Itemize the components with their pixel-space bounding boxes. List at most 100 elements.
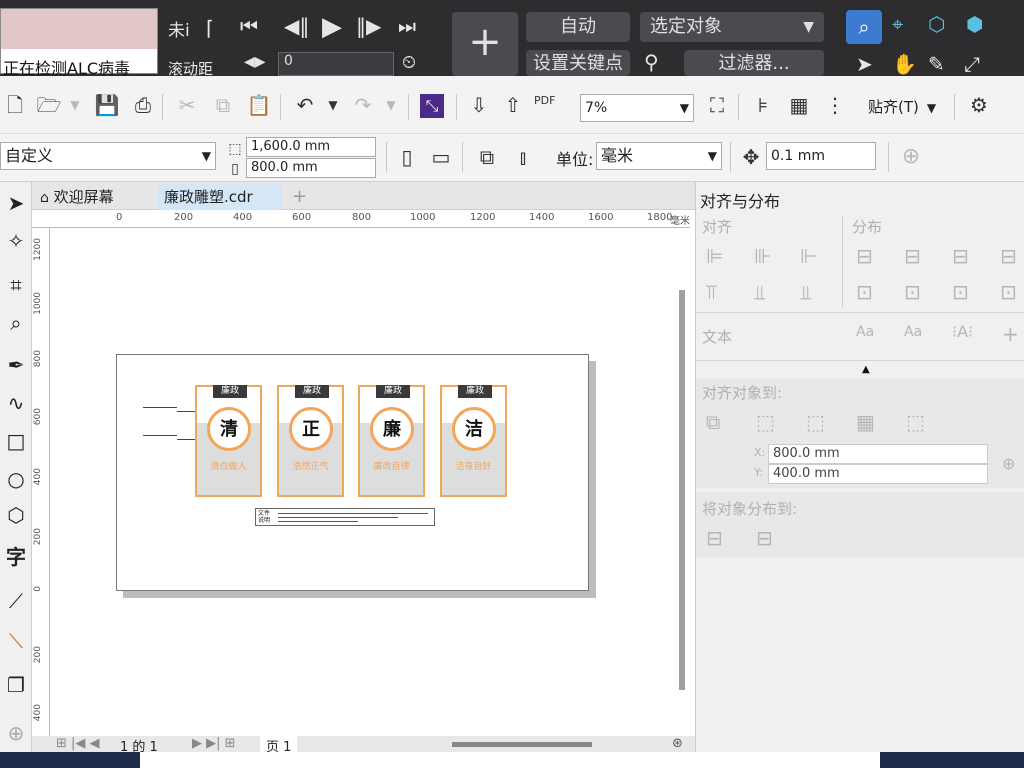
corel-connect-icon[interactable]: ⤡ <box>420 94 444 118</box>
dimension-tool-icon[interactable]: ⟋ <box>2 586 30 616</box>
show-guidelines-icon[interactable]: ⋮ <box>822 92 848 118</box>
distribute-right-icon[interactable]: ⊟ <box>952 244 969 268</box>
design-panel[interactable]: 廉政洁洁身自好 <box>440 385 507 497</box>
page-edge-icon[interactable]: ⬚ <box>756 410 775 434</box>
gear-icon[interactable]: ⚙ <box>966 92 992 118</box>
pdf-icon[interactable]: PDF <box>534 94 555 107</box>
paste-icon[interactable]: 📋 <box>246 92 272 118</box>
next-frame-icon[interactable]: ‖▶ <box>356 14 381 38</box>
arrow-icon[interactable]: ➤ <box>856 52 873 76</box>
tab-document[interactable]: 廉政雕塑.cdr <box>158 184 282 210</box>
cube-icon[interactable]: ⬡ <box>928 12 945 36</box>
page-size-dropdown[interactable]: 自定义 ▼ <box>0 142 216 170</box>
landscape-icon[interactable]: ▭ <box>428 144 454 170</box>
select-target-dropdown[interactable]: 选定对象 ▼ <box>640 12 824 42</box>
zoom-tool-icon[interactable]: ⌕ <box>2 308 30 338</box>
text-bbox-icon[interactable]: ⁝A⁝ <box>952 322 973 341</box>
open-folder-icon[interactable]: 🗁 <box>36 92 62 118</box>
new-document-icon[interactable]: 🗋 <box>2 92 28 118</box>
align-bottom-icon[interactable]: ⫫ <box>800 280 811 304</box>
hand-icon[interactable]: ✋ <box>892 52 917 76</box>
page-height-field[interactable]: 800.0 mm <box>246 158 376 178</box>
print-icon[interactable]: ⎙ <box>130 92 156 118</box>
search-icon[interactable]: ⌕ <box>846 10 882 44</box>
ellipse-tool-icon[interactable]: ○ <box>2 464 30 494</box>
units-dropdown[interactable]: 毫米 ▼ <box>596 142 722 170</box>
y-position-field[interactable]: 400.0 mm <box>768 464 988 484</box>
timer-icon[interactable]: ⏲ <box>402 52 416 73</box>
portrait-icon[interactable]: ▯ <box>394 144 420 170</box>
full-screen-icon[interactable]: ⛶ <box>704 92 730 118</box>
add-icon[interactable]: ⊕ <box>898 144 924 170</box>
add-tool-icon[interactable]: ⊕ <box>2 718 30 748</box>
design-panel[interactable]: 廉政正浩然正气 <box>277 385 344 497</box>
horizontal-scrollbar[interactable] <box>452 742 592 747</box>
prev-frame-icon[interactable]: ◀‖ <box>284 14 309 38</box>
key-icon[interactable]: ⚲ <box>644 50 659 74</box>
grid-icon[interactable]: ▦ <box>856 410 875 434</box>
align-center-v-icon[interactable]: ⫫ <box>754 280 765 304</box>
open-dropdown-icon[interactable]: ▼ <box>62 92 88 118</box>
scroll-spin-field[interactable]: 0 <box>278 52 394 76</box>
design-panel[interactable]: 廉政廉廉政自律 <box>358 385 425 497</box>
distribute-spacing-icon[interactable]: ⊟ <box>1000 244 1017 268</box>
add-tab-icon[interactable]: + <box>286 184 307 210</box>
pick-tool-icon[interactable]: ➤ <box>2 188 30 218</box>
tab-welcome[interactable]: ⌂ 欢迎屏幕 <box>34 184 156 210</box>
set-keypoint-button[interactable]: 设置关键点 <box>526 50 630 76</box>
connector-tool-icon[interactable]: ⟍ <box>2 626 30 656</box>
export-icon[interactable]: ⇧ <box>500 92 526 118</box>
undo-icon[interactable]: ↶ <box>292 92 318 118</box>
nudge-distance-field[interactable]: 0.1 mm <box>766 142 876 170</box>
distribute-bottom-icon[interactable]: ⊡ <box>952 280 969 304</box>
auto-button[interactable]: 自动 <box>526 12 630 42</box>
shape-tool-icon[interactable]: ✧ <box>2 226 30 256</box>
distribute-top-icon[interactable]: ⊡ <box>856 280 873 304</box>
text-line-baseline-icon[interactable]: Aa <box>904 324 922 340</box>
brush-icon[interactable]: ✎ <box>928 52 945 76</box>
pen-tool-icon[interactable]: ✒ <box>2 350 30 380</box>
distribute-selection-icon[interactable]: ⊟ <box>706 526 723 550</box>
expand-icon[interactable]: ⤢ <box>964 52 980 76</box>
page-width-field[interactable]: 1,600.0 mm <box>246 137 376 157</box>
artistic-media-icon[interactable]: ∿ <box>2 388 30 418</box>
vertical-scrollbar[interactable] <box>679 290 685 690</box>
last-frame-icon[interactable]: ⏭ <box>398 14 416 38</box>
import-icon[interactable]: ⇩ <box>466 92 492 118</box>
design-panel[interactable]: 廉政清清白做人 <box>195 385 262 497</box>
x-position-field[interactable]: 800.0 mm <box>768 444 988 464</box>
drawing-page[interactable]: 廉政清清白做人 廉政正浩然正气 廉政廉廉政自律 廉政洁洁身自好 文件说明 <box>116 354 589 591</box>
crop-tool-icon[interactable]: ⌗ <box>2 270 30 300</box>
vertical-ruler[interactable]: 1200 1000 800 600 400 200 0 200 400 <box>32 228 50 738</box>
undo-dropdown-icon[interactable]: ▼ <box>320 92 346 118</box>
align-right-icon[interactable]: ⊩ <box>800 244 817 268</box>
specified-point-icon[interactable]: ⬚ <box>906 410 925 434</box>
text-tool-icon[interactable]: 字 <box>2 542 30 572</box>
active-object-icon[interactable]: ⧉ <box>706 410 720 434</box>
spin-arrows-icon[interactable]: ◀▶ <box>244 54 266 70</box>
target-icon[interactable]: ⊕ <box>1002 454 1015 473</box>
drop-shadow-icon[interactable]: ❐ <box>2 670 30 700</box>
distribute-center-icon[interactable]: ⊟ <box>904 244 921 268</box>
collapse-arrow-icon[interactable]: ▲ <box>862 364 870 375</box>
zoom-level-field[interactable]: 7% ▼ <box>580 94 694 122</box>
first-page-icon[interactable]: ⊞ |◀ ◀ <box>56 736 100 751</box>
filter-button[interactable]: 过滤器... <box>684 50 824 76</box>
polygon-tool-icon[interactable]: ⬡ <box>2 500 30 530</box>
horizontal-ruler[interactable]: 0 200 400 600 800 1000 1200 1400 1600 1800 毫米 <box>32 210 690 228</box>
cut-icon[interactable]: ✂ <box>174 92 200 118</box>
align-center-h-icon[interactable]: ⊪ <box>754 244 771 268</box>
distribute-middle-icon[interactable]: ⊡ <box>904 280 921 304</box>
redo-dropdown-icon[interactable]: ▼ <box>378 92 404 118</box>
node-icon[interactable]: ⌖ <box>892 12 903 36</box>
redo-icon[interactable]: ↷ <box>350 92 376 118</box>
distribute-left-icon[interactable]: ⊟ <box>856 244 873 268</box>
distribute-page-icon[interactable]: ⊟ <box>756 526 773 550</box>
distribute-vspacing-icon[interactable]: ⊡ <box>1000 280 1017 304</box>
copy-icon[interactable]: ⧉ <box>210 92 236 118</box>
save-icon[interactable]: 💾 <box>94 92 120 118</box>
first-frame-icon[interactable]: ⏮ <box>240 14 258 38</box>
rectangle-tool-icon[interactable]: □ <box>2 426 30 456</box>
note-box[interactable]: 文件说明 <box>255 508 435 526</box>
next-page-icon[interactable]: ▶ ▶| ⊞ <box>192 736 236 751</box>
